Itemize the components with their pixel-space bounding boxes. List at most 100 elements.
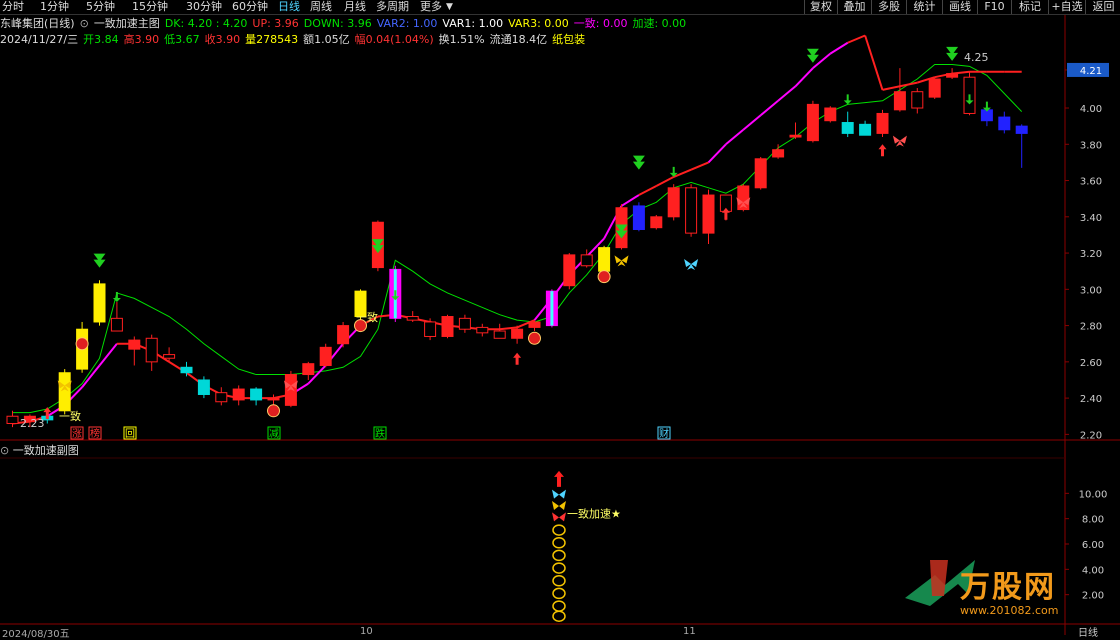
price-axis: 4.21 4.00 3.80 3.60 3.40 3.20 3.00 2.80 2.60 2.40… xyxy=(1065,62,1109,441)
candle-body xyxy=(650,216,663,229)
coin-icon xyxy=(528,331,541,345)
red-up-arrow-icon xyxy=(878,144,887,157)
candle-body xyxy=(93,283,106,323)
event-label: 跌 xyxy=(375,427,385,440)
sub-coin-icon xyxy=(552,524,566,536)
annotation-label: 一致 xyxy=(356,310,378,324)
coin-icon xyxy=(267,404,280,418)
candle-body xyxy=(424,321,437,337)
candle-body xyxy=(58,372,71,412)
sub-butterfly-icon xyxy=(552,489,566,499)
coin-icon xyxy=(75,337,89,351)
indicator-lines xyxy=(12,34,1023,425)
trend-line-segment xyxy=(794,67,814,87)
sub-y-tick-label: 2.00 xyxy=(1082,591,1104,602)
candle-body xyxy=(772,149,785,158)
candle-body xyxy=(319,346,332,366)
y-tick-label: 2.80 xyxy=(1080,322,1102,333)
candle-body xyxy=(528,321,541,328)
green-down-arrow-icon xyxy=(632,155,645,170)
candle-body xyxy=(284,374,297,406)
annotation-label: 4.25 xyxy=(964,51,989,64)
candle-body xyxy=(441,316,454,337)
kline-chart[interactable]: 10 11 一致一致2.234.25涨榜回减跌财 4.214.003.803.60… xyxy=(0,0,1120,635)
candle-body xyxy=(180,366,193,374)
watermark-url: www.201082.com xyxy=(960,604,1059,617)
candle-body xyxy=(598,247,611,272)
sub-dropdown-icon[interactable]: ⊙ xyxy=(0,444,13,457)
green-down-arrow-icon xyxy=(93,253,106,268)
butterfly-icon xyxy=(614,255,629,267)
event-label: 榜 xyxy=(90,427,100,440)
chart-grid: 10 11 xyxy=(0,15,1120,635)
candle-body xyxy=(580,254,593,267)
sub-coin-icon xyxy=(552,574,566,587)
y-tick-label: 3.80 xyxy=(1080,140,1102,151)
y-tick-label: 3.40 xyxy=(1080,213,1102,224)
date-start-label: 2024/08/30五 xyxy=(2,629,70,640)
event-label: 减 xyxy=(269,428,279,440)
sub-y-tick-label: 6.00 xyxy=(1082,540,1104,551)
small-green-arrow-icon xyxy=(843,94,852,105)
candle-body xyxy=(197,379,210,395)
candle-body xyxy=(110,317,123,332)
candle-body xyxy=(824,107,837,122)
trend-line-segment xyxy=(829,41,849,55)
trend-line-segment xyxy=(690,161,709,171)
y-tick-label: 3.20 xyxy=(1080,249,1102,260)
trend-line-segment xyxy=(760,99,779,117)
green-down-arrow-icon xyxy=(806,48,819,63)
annotation-label: 2.23 xyxy=(20,417,45,430)
candle-body xyxy=(754,158,767,189)
trend-line-segment xyxy=(899,81,918,88)
event-label: 财 xyxy=(659,427,669,440)
trend-line-segment xyxy=(620,194,640,207)
sub-y-tick-label: 10.00 xyxy=(1079,489,1108,500)
candle-body xyxy=(250,388,263,401)
candle-body xyxy=(6,415,19,424)
candle-body xyxy=(215,392,228,403)
event-label: 回 xyxy=(125,428,135,440)
y-tick-label: 2.20 xyxy=(1080,430,1102,441)
candle-body xyxy=(406,316,419,321)
candle-body xyxy=(841,122,854,134)
annotation-label: 一致 xyxy=(59,409,81,423)
candles xyxy=(6,68,1028,428)
sub-y-tick-label: 4.00 xyxy=(1082,565,1104,576)
candle-body xyxy=(232,388,245,401)
candle-body xyxy=(893,91,906,111)
month-label: 11 xyxy=(683,626,696,635)
candle-body xyxy=(702,194,715,234)
trend-line-segment xyxy=(777,85,797,102)
candle-body xyxy=(163,354,176,359)
sub-chart-title: 一致加速副图 xyxy=(12,444,79,457)
period-label: 日线 xyxy=(1078,628,1098,639)
sub-butterfly-icon xyxy=(552,501,566,510)
candle-body xyxy=(302,363,315,376)
candle-body xyxy=(267,397,280,401)
month-label: 10 xyxy=(360,626,373,635)
sub-y-tick-label: 8.00 xyxy=(1082,515,1104,526)
coin-icon xyxy=(597,270,611,284)
y-tick-label: 3.60 xyxy=(1080,177,1102,188)
trend-line-segment xyxy=(882,85,901,91)
candle-body xyxy=(337,325,350,345)
trend-line-segment xyxy=(655,176,675,187)
accel-label: 一致加速★ xyxy=(567,507,621,521)
candle-body xyxy=(859,123,872,136)
butterfly-icon xyxy=(892,135,907,147)
candle-body xyxy=(685,187,698,234)
candle-body xyxy=(511,328,524,339)
candle-body xyxy=(476,326,489,334)
y-tick-label: 2.60 xyxy=(1080,358,1102,369)
sub-butterfly-icon xyxy=(552,512,566,522)
candle-body xyxy=(667,187,680,218)
sub-coin-icon xyxy=(552,536,566,549)
candle-body xyxy=(145,337,158,363)
candle-body xyxy=(928,78,941,98)
watermark-text: 万股网 xyxy=(960,570,1056,605)
event-label: 涨 xyxy=(72,428,82,440)
candle-body xyxy=(789,134,802,138)
y-tick-label: 2.40 xyxy=(1080,394,1102,405)
sub-coin-icon xyxy=(552,600,566,612)
